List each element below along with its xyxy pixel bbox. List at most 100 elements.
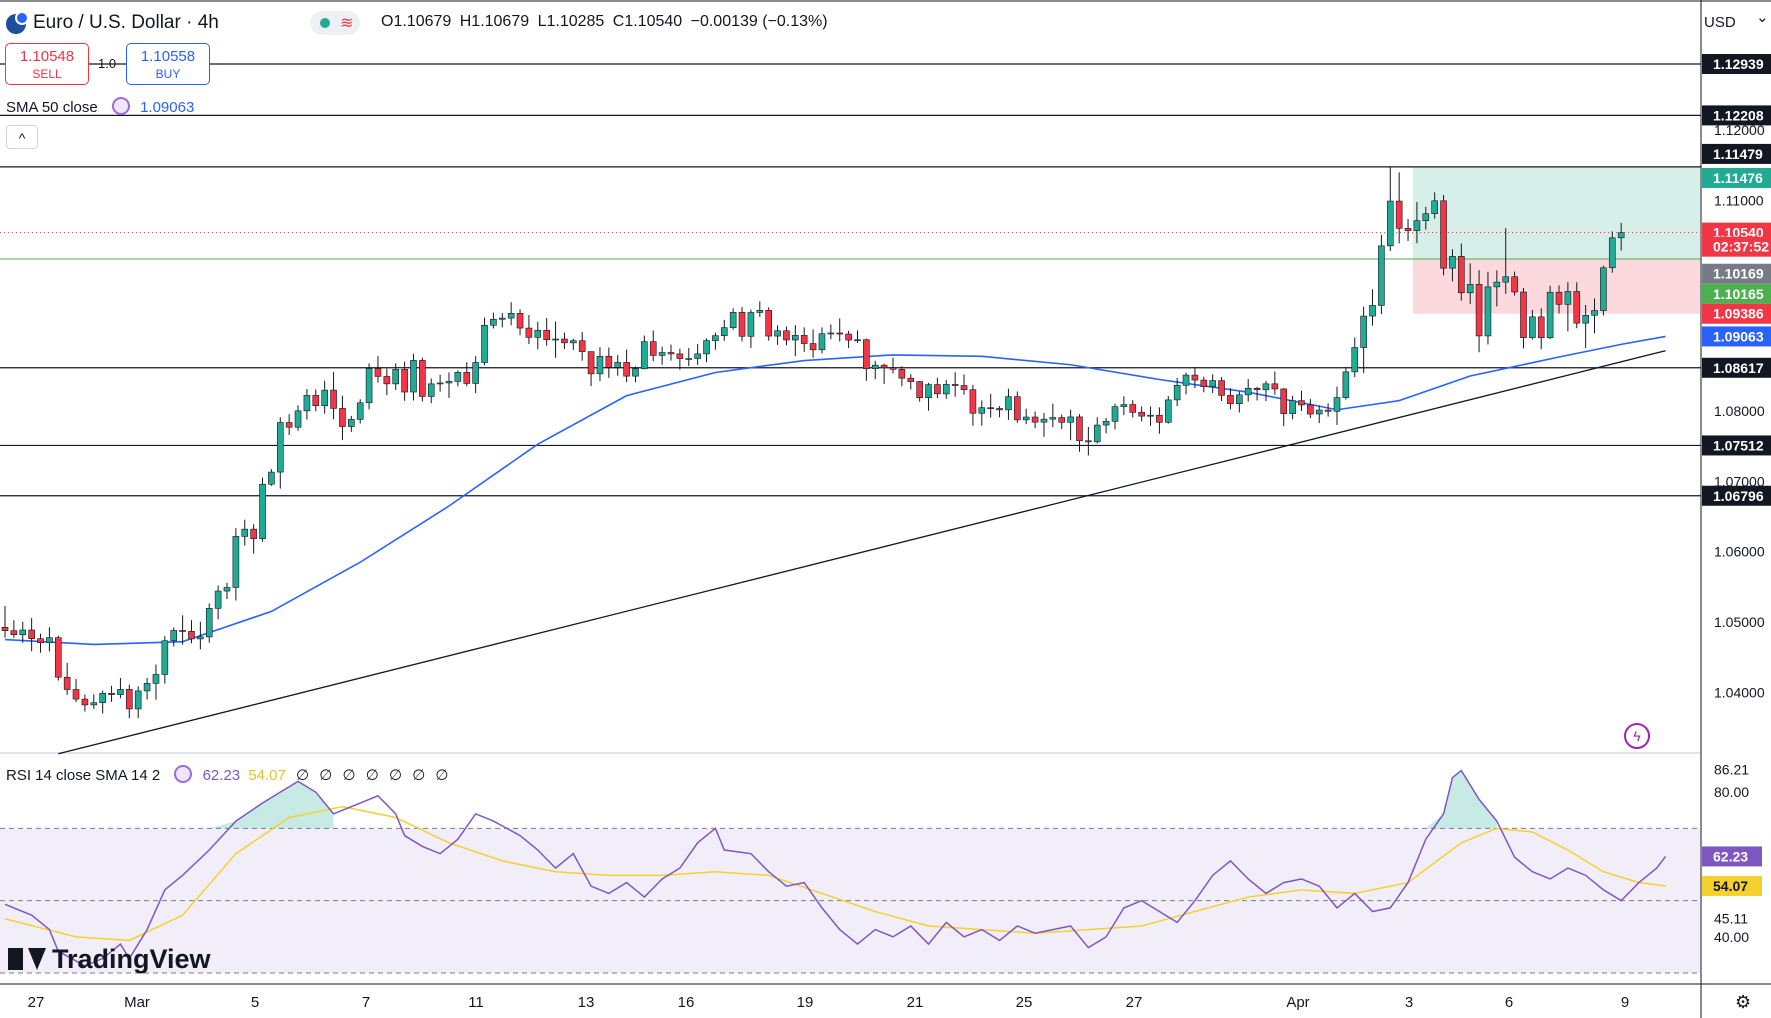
candle bbox=[1120, 396, 1128, 416]
candle-body bbox=[1449, 256, 1456, 269]
candle bbox=[285, 414, 293, 435]
candle bbox=[1307, 398, 1314, 419]
candle-body bbox=[268, 471, 275, 485]
rsi-sync-icon[interactable] bbox=[174, 765, 193, 783]
candle-body bbox=[1484, 286, 1492, 337]
candle-body bbox=[90, 702, 98, 706]
candle-body bbox=[1218, 380, 1225, 396]
candle-body bbox=[490, 318, 497, 326]
candle bbox=[383, 368, 391, 396]
candle bbox=[1156, 407, 1163, 434]
candle bbox=[676, 348, 684, 370]
candle-body bbox=[232, 536, 240, 588]
flash-icon[interactable]: ϟ bbox=[1624, 723, 1650, 749]
price-axis-label: 02:37:52 bbox=[1702, 236, 1771, 257]
candle bbox=[1164, 396, 1172, 424]
candle-body bbox=[1466, 284, 1474, 294]
candle-body bbox=[365, 368, 373, 404]
candle bbox=[1147, 406, 1154, 426]
sell-button[interactable]: 1.10548 SELL bbox=[5, 43, 89, 85]
candle bbox=[365, 363, 373, 410]
candle bbox=[54, 635, 62, 681]
rsi-legend[interactable]: RSI 14 close SMA 14 2 62.23 54.07 ∅ ∅ ∅ … bbox=[6, 765, 452, 784]
candle-body bbox=[392, 369, 400, 385]
candle bbox=[232, 528, 240, 601]
market-status-pill[interactable]: ≋ bbox=[310, 11, 360, 35]
candle-body bbox=[214, 590, 222, 609]
collapse-legend-button[interactable]: ^ bbox=[6, 125, 38, 149]
candle-body bbox=[738, 312, 746, 337]
chart-canvas[interactable]: 1.040001.050001.060001.070001.080001.090… bbox=[0, 0, 1771, 1018]
candle-body bbox=[134, 690, 142, 710]
symbol-title[interactable]: Euro / U.S. Dollar · 4h bbox=[33, 12, 219, 34]
candle-body bbox=[1395, 200, 1403, 229]
time-tick-label: 27 bbox=[28, 994, 45, 1011]
candle bbox=[880, 363, 888, 385]
currency-selector[interactable]: USD bbox=[1704, 8, 1768, 31]
candle-body bbox=[1413, 220, 1421, 231]
candle-body bbox=[188, 631, 195, 640]
candle bbox=[525, 314, 533, 344]
buy-button[interactable]: 1.10558 BUY bbox=[126, 43, 210, 85]
candle bbox=[996, 406, 1003, 418]
candle-body bbox=[1138, 412, 1145, 417]
candle-body bbox=[1031, 416, 1039, 423]
price-axis-label: 1.12208 bbox=[1702, 105, 1771, 126]
candle bbox=[1049, 403, 1057, 428]
ohlc-low: L1.10285 bbox=[537, 13, 605, 30]
sync-icon[interactable] bbox=[111, 97, 130, 115]
price-axis-label-text: 1.12939 bbox=[1713, 56, 1764, 72]
candle-body bbox=[1546, 291, 1554, 339]
candle-body bbox=[356, 402, 364, 420]
candle bbox=[605, 347, 613, 378]
candle bbox=[152, 664, 160, 700]
candle bbox=[19, 621, 27, 643]
settings-gear-icon[interactable]: ⚙ bbox=[1735, 992, 1751, 1013]
candle-body bbox=[720, 327, 728, 336]
candle bbox=[1333, 386, 1341, 425]
candle-body bbox=[987, 407, 994, 409]
price-axis-label-text: 1.12208 bbox=[1713, 107, 1764, 123]
candle-body bbox=[401, 369, 408, 393]
candle-body bbox=[37, 638, 44, 644]
candle bbox=[1200, 376, 1208, 393]
candle-body bbox=[712, 335, 719, 341]
candle bbox=[729, 308, 737, 330]
candle bbox=[427, 378, 435, 404]
candle bbox=[1600, 265, 1607, 316]
candle-body bbox=[1022, 416, 1030, 421]
candle bbox=[720, 319, 728, 341]
candle bbox=[1093, 417, 1101, 444]
candle-body bbox=[658, 352, 666, 356]
rsi-legend-label: RSI 14 close SMA 14 2 bbox=[6, 767, 161, 784]
candle-body bbox=[756, 309, 764, 313]
candle-body bbox=[587, 351, 595, 375]
candle-body bbox=[108, 693, 115, 695]
candle bbox=[321, 380, 328, 414]
candle bbox=[472, 356, 479, 394]
price-axis-label: 1.10165 bbox=[1702, 283, 1771, 304]
sma-legend[interactable]: SMA 50 close 1.09063 bbox=[6, 97, 194, 116]
candle bbox=[259, 477, 266, 542]
candle bbox=[1, 606, 9, 638]
candle-body bbox=[197, 636, 204, 640]
candle bbox=[1298, 390, 1305, 411]
candle-body bbox=[534, 329, 542, 338]
candle bbox=[871, 360, 879, 380]
order-quantity[interactable]: 1.0 bbox=[98, 56, 116, 71]
price-axis-label: 1.06796 bbox=[1702, 485, 1771, 506]
candle-body bbox=[1049, 417, 1057, 420]
candle-body bbox=[143, 683, 151, 692]
candle bbox=[481, 317, 488, 366]
candle-body bbox=[951, 384, 959, 386]
candle-body bbox=[1307, 404, 1314, 415]
candle-body bbox=[205, 608, 213, 638]
candle-body bbox=[1253, 387, 1261, 391]
candle bbox=[1440, 194, 1447, 276]
price-axis-label-text: 1.10165 bbox=[1713, 286, 1764, 302]
candle bbox=[348, 415, 355, 432]
candle-body bbox=[1360, 315, 1367, 348]
candle bbox=[463, 362, 471, 387]
time-tick-label: 27 bbox=[1126, 994, 1143, 1011]
candle-body bbox=[1209, 380, 1216, 387]
